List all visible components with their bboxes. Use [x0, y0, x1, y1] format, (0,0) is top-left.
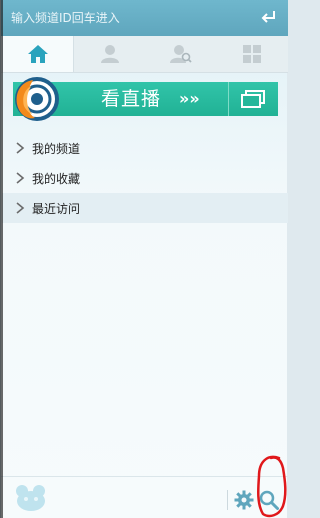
list-item-my-favorites[interactable]: 我的收藏 [2, 163, 288, 193]
chevron-right-icon [16, 202, 25, 214]
channel-list: 我的频道 我的收藏 最近访问 [2, 133, 288, 223]
tab-apps[interactable] [217, 36, 287, 72]
list-item-label: 最近访问 [32, 201, 81, 216]
enter-icon[interactable] [260, 8, 278, 26]
list-item-recent[interactable]: 最近访问 [2, 193, 288, 223]
list-item-label: 我的收藏 [32, 171, 81, 186]
double-chevron-icon: »» [179, 89, 200, 108]
list-item-my-channels[interactable]: 我的频道 [2, 133, 288, 163]
main-tabs [1, 36, 288, 73]
app-window: 看直播 »» 我的频道 我的收藏 [0, 0, 288, 518]
user-icon [101, 45, 119, 63]
red-annotation-scribble [256, 455, 287, 518]
banner-divider [228, 82, 229, 116]
channel-id-input[interactable] [7, 6, 259, 30]
tab-friends[interactable] [146, 36, 216, 72]
list-item-label: 我的频道 [32, 141, 81, 156]
user-search-icon [170, 45, 192, 63]
channel-search-bar [1, 0, 288, 36]
chevron-right-icon [16, 172, 25, 184]
tab-profile[interactable] [75, 36, 145, 72]
yy-logo-icon [15, 77, 59, 121]
window-edge-shadow [0, 0, 3, 518]
watch-live-label: 看直播 [101, 88, 162, 110]
tab-home[interactable] [2, 36, 74, 72]
home-icon [28, 45, 48, 63]
chevron-right-icon [16, 142, 25, 154]
bottom-toolbar [1, 476, 288, 518]
mascot-icon [16, 485, 45, 511]
window-icon[interactable] [240, 90, 266, 108]
divider [1, 476, 288, 477]
apps-grid-icon [243, 45, 261, 63]
toolbar-separator [227, 490, 228, 510]
